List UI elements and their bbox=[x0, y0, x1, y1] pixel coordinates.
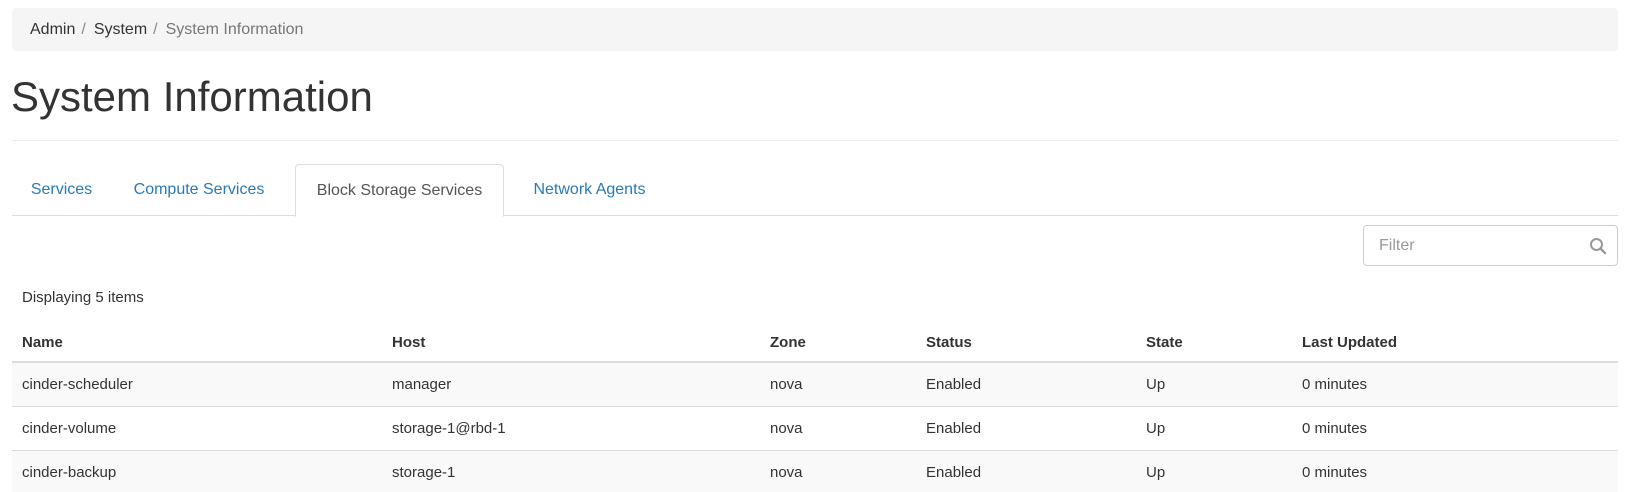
tab-services[interactable]: Services bbox=[12, 164, 111, 216]
cell-state: Up bbox=[1146, 376, 1166, 393]
column-header-state[interactable]: State bbox=[1146, 334, 1183, 351]
cell-status: Enabled bbox=[926, 376, 982, 393]
page: Admin / System / System Information Syst… bbox=[0, 0, 1625, 492]
cell-status: Enabled bbox=[926, 464, 982, 481]
cell-zone: nova bbox=[770, 376, 803, 393]
cell-zone: nova bbox=[770, 420, 803, 437]
table-row: cinder-scheduler manager nova Enabled Up… bbox=[12, 363, 1618, 407]
search-icon[interactable] bbox=[1589, 237, 1607, 255]
cell-name: cinder-scheduler bbox=[22, 376, 133, 393]
cell-host: manager bbox=[392, 376, 452, 393]
cell-last-updated: 0 minutes bbox=[1302, 420, 1368, 437]
breadcrumb-separator: / bbox=[153, 20, 158, 38]
breadcrumb-item-current: System Information bbox=[165, 20, 304, 38]
table-header: Name Host Zone Status State Last Updated bbox=[12, 322, 1618, 363]
column-header-name[interactable]: Name bbox=[22, 334, 63, 351]
cell-status: Enabled bbox=[926, 420, 982, 437]
table-row: cinder-backup storage-1 nova Enabled Up … bbox=[12, 451, 1618, 492]
breadcrumb-item-admin[interactable]: Admin bbox=[30, 21, 75, 39]
filter-box bbox=[1363, 225, 1618, 266]
page-title: System Information bbox=[11, 73, 373, 120]
cell-name: cinder-volume bbox=[22, 420, 117, 437]
filter-input[interactable] bbox=[1364, 226, 1584, 265]
tab-compute-services[interactable]: Compute Services bbox=[121, 164, 277, 216]
cell-last-updated: 0 minutes bbox=[1302, 376, 1368, 393]
cell-last-updated: 0 minutes bbox=[1302, 464, 1368, 481]
table-row: cinder-volume storage-1@rbd-1 nova Enabl… bbox=[12, 407, 1618, 451]
tab-network-agents[interactable]: Network Agents bbox=[517, 164, 662, 216]
breadcrumb: Admin / System / System Information bbox=[12, 8, 1618, 51]
cell-state: Up bbox=[1146, 464, 1166, 481]
column-header-zone[interactable]: Zone bbox=[770, 334, 806, 351]
tab-bar: Services Compute Services Block Storage … bbox=[12, 164, 1618, 217]
cell-host: storage-1@rbd-1 bbox=[392, 420, 506, 437]
tab-block-storage-services[interactable]: Block Storage Services bbox=[295, 164, 504, 217]
breadcrumb-item-system[interactable]: System bbox=[94, 21, 147, 39]
cell-name: cinder-backup bbox=[22, 464, 117, 481]
breadcrumb-separator: / bbox=[81, 20, 86, 38]
column-header-host[interactable]: Host bbox=[392, 334, 425, 351]
cell-zone: nova bbox=[770, 464, 803, 481]
title-divider bbox=[12, 140, 1618, 141]
cell-host: storage-1 bbox=[392, 464, 456, 481]
column-header-status[interactable]: Status bbox=[926, 334, 972, 351]
services-table: Name Host Zone Status State Last Updated… bbox=[12, 322, 1618, 492]
cell-state: Up bbox=[1146, 420, 1166, 437]
column-header-last-updated[interactable]: Last Updated bbox=[1302, 334, 1397, 351]
item-count: Displaying 5 items bbox=[22, 289, 144, 306]
